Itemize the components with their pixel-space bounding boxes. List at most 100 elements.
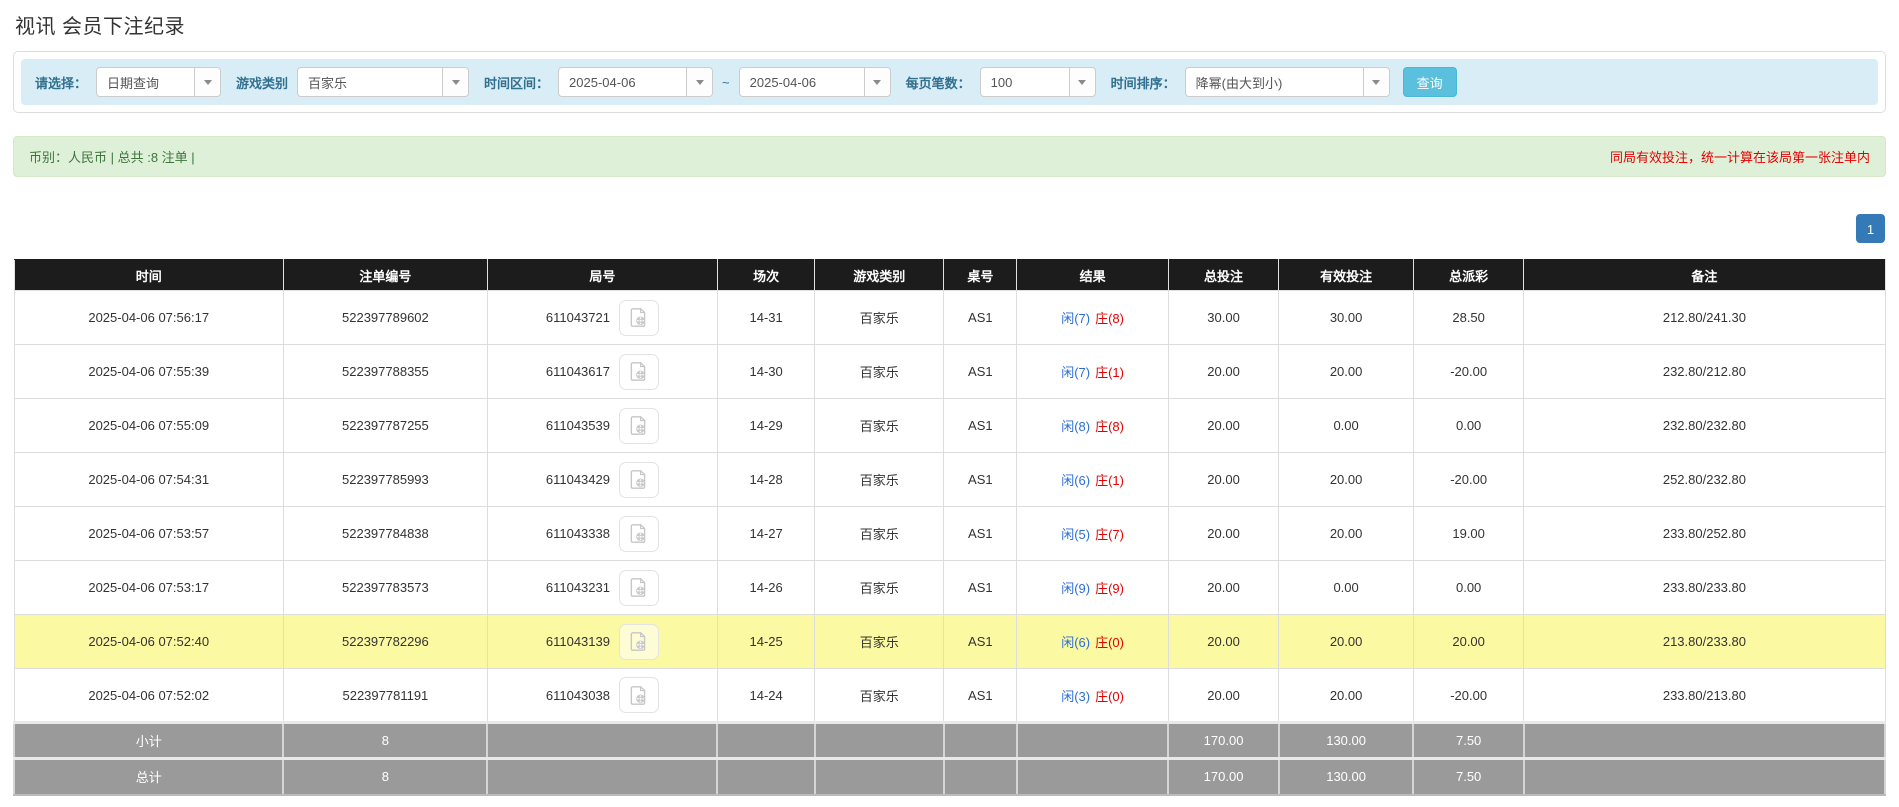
- cell-session: 14-31: [716, 290, 816, 345]
- cell-table-no: AS1: [943, 452, 1018, 507]
- empty-cell: [1522, 721, 1887, 760]
- video-replay-button[interactable]: [618, 461, 659, 498]
- query-type-value: 日期查询: [107, 75, 160, 91]
- column-header: 游戏类别: [814, 259, 945, 291]
- summary-bar: 币别：人民币 | 总共 :8 注单 | 同局有效投注，统一计算在该局第一张注单内: [13, 136, 1886, 177]
- result-banker: 庄(0): [1095, 635, 1124, 650]
- chevron-down-icon: [1068, 68, 1095, 96]
- table-header-row: 时间 注单编号 局号 场次 游戏类别 桌号 结果 总投注 有效投注 总派彩 备注: [13, 259, 1886, 291]
- cell-round: 611043429: [486, 452, 718, 507]
- video-file-icon: [631, 470, 646, 489]
- cell-table-no: AS1: [943, 344, 1018, 399]
- game-category-select[interactable]: 百家乐: [297, 67, 470, 97]
- video-replay-button[interactable]: [618, 677, 659, 713]
- table-row[interactable]: 2025-04-06 07:53:17 522397783573 6110432…: [13, 560, 1886, 615]
- result-player: 闲(6): [1061, 473, 1091, 488]
- cell-table-no: AS1: [943, 560, 1018, 615]
- cell-valid-bet: 0.00: [1278, 560, 1414, 615]
- cell-session: 14-28: [716, 452, 816, 507]
- empty-cell: [1015, 721, 1170, 760]
- total-row: 总计 8 170.00 130.00 7.50: [12, 757, 1887, 796]
- total-count: 8: [282, 757, 489, 796]
- cell-bet-id: 522397789602: [282, 290, 488, 345]
- video-replay-button[interactable]: [618, 407, 659, 444]
- empty-cell: [1522, 757, 1887, 796]
- game-category-label: 游戏类别: [236, 75, 289, 91]
- time-order-select[interactable]: 降幂(由大到小): [1184, 67, 1390, 97]
- video-replay-button[interactable]: [618, 299, 659, 336]
- cell-total-bet: 20.00: [1167, 398, 1280, 453]
- chevron-down-icon: [686, 68, 713, 96]
- table-row[interactable]: 2025-04-06 07:55:39 522397788355 6110436…: [13, 344, 1886, 399]
- empty-cell: [716, 757, 816, 796]
- video-replay-button[interactable]: [618, 515, 659, 552]
- page-size-label: 每页笔数：: [905, 75, 971, 91]
- round-number: 611043139: [545, 634, 610, 649]
- cell-note: 233.80/252.80: [1523, 506, 1886, 561]
- cell-game: 百家乐: [814, 560, 945, 615]
- video-file-icon: [631, 685, 646, 705]
- video-replay-button[interactable]: [618, 353, 659, 390]
- result-banker: 庄(0): [1095, 688, 1124, 704]
- cell-table-no: AS1: [943, 398, 1018, 453]
- page-number-button[interactable]: 1: [1856, 214, 1885, 243]
- result-player: 闲(7): [1061, 365, 1091, 380]
- video-replay-button[interactable]: [618, 569, 659, 606]
- query-type-select[interactable]: 日期查询: [96, 67, 222, 97]
- table-row[interactable]: 2025-04-06 07:55:09 522397787255 6110435…: [13, 398, 1886, 453]
- cell-bet-id: 522397782296: [282, 614, 488, 669]
- result-player: 闲(3): [1061, 688, 1091, 704]
- date-to-value: 2025-04-06: [749, 74, 817, 90]
- column-header: 有效投注: [1278, 259, 1414, 291]
- cell-time: 2025-04-06 07:56:17: [13, 290, 284, 345]
- page: 视讯 会员下注纪录 请选择： 日期查询 游戏类别 百家乐 时间区间： 2025-…: [0, 0, 1899, 796]
- cell-payout: 28.50: [1412, 290, 1525, 345]
- query-button[interactable]: 查询: [1402, 67, 1457, 97]
- cell-result: 闲(8) 庄(8): [1016, 398, 1169, 453]
- cell-time: 2025-04-06 07:53:57: [13, 506, 284, 561]
- table-row[interactable]: 2025-04-06 07:52:40 522397782296 6110431…: [13, 614, 1886, 669]
- result-player: 闲(9): [1061, 581, 1091, 596]
- result-banker: 庄(8): [1095, 419, 1124, 434]
- result-banker: 庄(1): [1095, 473, 1124, 488]
- cell-game: 百家乐: [814, 506, 945, 561]
- cell-result: 闲(6) 庄(1): [1016, 452, 1169, 507]
- subtotal-valid-bet: 130.00: [1277, 721, 1415, 760]
- video-file-icon: [631, 524, 646, 543]
- result-player: 闲(8): [1061, 419, 1091, 434]
- time-range-label: 时间区间：: [484, 75, 550, 91]
- cell-note: 232.80/232.80: [1523, 398, 1886, 453]
- time-order-value: 降幂(由大到小): [1195, 75, 1283, 91]
- date-from-select[interactable]: 2025-04-06: [558, 67, 714, 97]
- cell-time: 2025-04-06 07:52:40: [13, 614, 284, 669]
- video-replay-button[interactable]: [618, 623, 659, 660]
- date-to-select[interactable]: 2025-04-06: [738, 67, 891, 97]
- cell-payout: -20.00: [1412, 668, 1525, 723]
- cell-result: 闲(9) 庄(9): [1016, 560, 1169, 615]
- column-header: 结果: [1016, 259, 1169, 291]
- video-file-icon: [631, 578, 646, 597]
- column-header: 桌号: [943, 259, 1018, 291]
- page-size-select[interactable]: 100: [979, 67, 1096, 97]
- subtotal-count: 8: [282, 721, 489, 760]
- cell-payout: 20.00: [1412, 614, 1525, 669]
- table-row[interactable]: 2025-04-06 07:52:02 522397781191 6110430…: [13, 668, 1886, 723]
- cell-round: 611043617: [486, 344, 718, 399]
- cell-time: 2025-04-06 07:52:02: [13, 668, 284, 723]
- round-number: 611043617: [545, 364, 610, 379]
- cell-valid-bet: 0.00: [1278, 398, 1414, 453]
- table-row[interactable]: 2025-04-06 07:54:31 522397785993 6110434…: [13, 452, 1886, 507]
- cell-result: 闲(6) 庄(0): [1016, 614, 1169, 669]
- cell-note: 233.80/213.80: [1523, 668, 1886, 723]
- table-row[interactable]: 2025-04-06 07:56:17 522397789602 6110437…: [13, 290, 1886, 345]
- cell-bet-id: 522397781191: [282, 668, 488, 723]
- chevron-down-icon: [194, 68, 221, 96]
- cell-bet-id: 522397788355: [282, 344, 488, 399]
- cell-valid-bet: 20.00: [1278, 344, 1414, 399]
- cell-total-bet: 20.00: [1167, 452, 1280, 507]
- subtotal-row: 小计 8 170.00 130.00 7.50: [12, 721, 1887, 760]
- game-category-value: 百家乐: [308, 75, 348, 91]
- column-header: 总派彩: [1412, 259, 1525, 291]
- cell-note: 233.80/233.80: [1523, 560, 1886, 615]
- table-row[interactable]: 2025-04-06 07:53:57 522397784838 6110433…: [13, 506, 1886, 561]
